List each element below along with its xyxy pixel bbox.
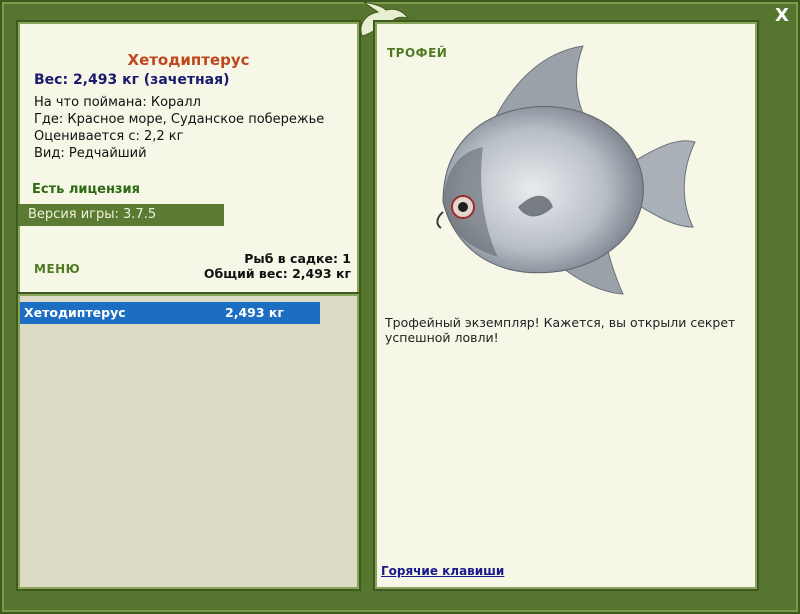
catch-list: Хетодиптерус 2,493 кг [20, 296, 357, 587]
fish-image [436, 45, 696, 295]
list-item-weight: 2,493 кг [225, 305, 284, 320]
fish-place: Где: Красное море, Суданское побережье [34, 112, 325, 127]
keepnet-total: Общий вес: 2,493 кг [203, 266, 351, 281]
fish-bait: На что поймана: Коралл [34, 95, 201, 110]
fish-info-panel: Хетодиптерус Вес: 2,493 кг (зачетная) На… [18, 24, 357, 296]
fish-title: Хетодиптерус [127, 51, 250, 69]
game-version: Версия игры: 3.7.5 [18, 204, 224, 226]
close-button[interactable]: X [770, 4, 794, 28]
trophy-description: Трофейный экземпляр! Кажется, вы открыли… [385, 315, 736, 345]
list-item[interactable]: Хетодиптерус 2,493 кг [20, 302, 320, 324]
fish-weight: Вес: 2,493 кг (зачетная) [34, 72, 230, 88]
keepnet-count: Рыб в садке: 1 [244, 251, 351, 266]
menu-button[interactable]: МЕНЮ [34, 262, 80, 276]
close-icon: X [775, 5, 789, 26]
fish-kind: Вид: Редчайший [34, 146, 147, 161]
hotkeys-link[interactable]: Горячие клавиши [381, 564, 504, 578]
license-status: Есть лицензия [32, 182, 140, 197]
trophy-panel: ТРОФЕЙ Трофейный экземпляр! Кажется, вы … [377, 24, 755, 587]
fish-rated-from: Оценивается с: 2,2 кг [34, 129, 184, 144]
keepnet-summary: Рыб в садке: 1 Общий вес: 2,493 кг [204, 251, 351, 281]
list-item-name: Хетодиптерус [24, 305, 126, 320]
